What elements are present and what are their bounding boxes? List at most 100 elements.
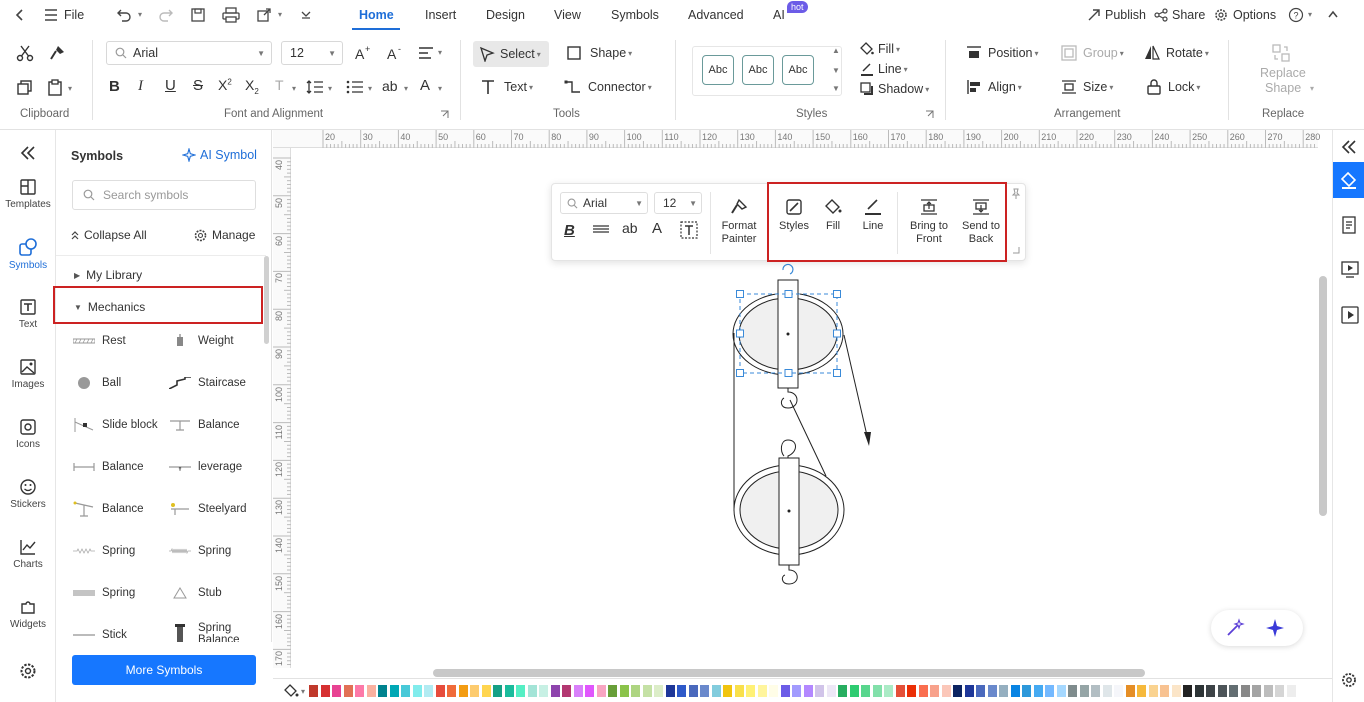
color-swatch[interactable] — [1022, 685, 1031, 697]
color-swatch[interactable] — [1206, 685, 1215, 697]
color-swatch[interactable] — [343, 685, 353, 697]
tab-insert[interactable]: Insert — [425, 8, 456, 22]
symbol-leverage[interactable]: leverage — [168, 460, 242, 474]
rotate-button[interactable]: Rotate ▾ — [1144, 45, 1209, 61]
color-swatch[interactable] — [1240, 685, 1250, 697]
color-swatch[interactable] — [918, 685, 928, 697]
undo-icon[interactable] — [116, 8, 132, 22]
color-swatch[interactable] — [734, 685, 744, 697]
color-swatch[interactable] — [332, 685, 341, 697]
symbol-balance[interactable]: Balance — [72, 501, 144, 517]
fill-bucket-icon[interactable] — [283, 683, 299, 699]
color-swatch[interactable] — [654, 685, 663, 697]
publish-icon[interactable] — [1087, 8, 1101, 22]
sidebar-item-images[interactable]: Images — [0, 356, 56, 390]
play-presentation-icon[interactable] — [1341, 306, 1359, 324]
color-swatch[interactable] — [424, 685, 433, 697]
color-swatch[interactable] — [401, 685, 410, 697]
connector-tool-button[interactable]: Connector ▾ — [564, 79, 652, 95]
color-swatch[interactable] — [1148, 685, 1158, 697]
color-swatch[interactable] — [1125, 685, 1135, 697]
color-swatch[interactable] — [1010, 685, 1020, 697]
color-swatch[interactable] — [999, 685, 1008, 697]
color-swatch[interactable] — [1056, 685, 1066, 697]
color-swatch[interactable] — [619, 685, 629, 697]
share-button[interactable]: Share — [1172, 8, 1205, 22]
options-button[interactable]: Options — [1233, 8, 1276, 22]
more-symbols-button[interactable]: More Symbols — [72, 655, 256, 685]
color-swatch[interactable] — [481, 685, 491, 697]
increase-font-icon[interactable]: A + — [354, 44, 372, 62]
back-icon[interactable] — [14, 8, 26, 22]
color-swatch[interactable] — [1229, 685, 1238, 697]
sidebar-item-charts[interactable]: Charts — [0, 536, 56, 570]
export-caret-icon[interactable]: ▾ — [278, 10, 282, 19]
color-swatch[interactable] — [987, 685, 997, 697]
my-library-category[interactable]: ▶ My Library — [74, 268, 142, 282]
color-swatch[interactable] — [527, 685, 537, 697]
share-icon[interactable] — [1154, 8, 1168, 22]
redo-icon[interactable] — [158, 8, 174, 22]
style-preset-2[interactable]: Abc — [742, 55, 774, 85]
select-tool-button[interactable]: Select ▾ — [473, 41, 549, 67]
color-swatch[interactable] — [815, 685, 824, 697]
collapse-sidebar-button[interactable] — [0, 142, 56, 164]
color-swatch[interactable] — [826, 685, 836, 697]
color-swatch[interactable] — [1263, 685, 1273, 697]
replace-shape-icon[interactable] — [1272, 44, 1290, 62]
bullet-caret-icon[interactable]: ▾ — [368, 84, 372, 93]
color-swatch[interactable] — [872, 685, 882, 697]
color-swatch[interactable] — [1275, 685, 1284, 697]
gear-icon[interactable] — [1214, 8, 1228, 22]
symbol-steelyard[interactable]: Steelyard — [168, 502, 247, 516]
color-swatch[interactable] — [573, 685, 583, 697]
color-swatch[interactable] — [1091, 685, 1100, 697]
color-swatch[interactable] — [355, 685, 364, 697]
color-swatch[interactable] — [493, 685, 502, 697]
color-swatch[interactable] — [320, 685, 330, 697]
format-panel-button[interactable] — [1333, 162, 1364, 198]
color-swatch[interactable] — [642, 685, 652, 697]
replace-shape-label-2[interactable]: Shape — [1265, 81, 1301, 95]
tab-design[interactable]: Design — [486, 8, 525, 22]
color-swatch[interactable] — [884, 685, 893, 697]
symbol-ball[interactable]: Ball — [72, 376, 121, 390]
collapse-all-button[interactable]: Collapse All — [70, 228, 147, 242]
color-swatch[interactable] — [516, 685, 525, 697]
text-case-caret-icon[interactable]: ▾ — [292, 84, 296, 93]
font-color-icon[interactable]: A — [420, 77, 430, 94]
search-symbols-input[interactable]: Search symbols — [72, 180, 256, 210]
paste-caret-icon[interactable]: ▾ — [68, 84, 72, 93]
print-icon[interactable] — [222, 7, 240, 23]
color-swatch[interactable] — [1033, 685, 1043, 697]
bottom-hook[interactable] — [781, 565, 798, 585]
magic-wand-icon[interactable] — [1225, 618, 1245, 638]
color-swatch[interactable] — [746, 685, 755, 697]
color-swatch[interactable] — [608, 685, 617, 697]
sidebar-item-text[interactable]: Text — [0, 296, 56, 330]
sidebar-item-stickers[interactable]: Stickers — [0, 476, 56, 510]
sidebar-item-symbols[interactable]: Symbols — [0, 236, 56, 271]
color-swatch[interactable] — [964, 685, 974, 697]
text-align-icon[interactable] — [418, 46, 434, 60]
superscript-icon[interactable]: X2 — [218, 77, 232, 93]
color-swatch[interactable] — [1079, 685, 1089, 697]
bullet-list-icon[interactable] — [346, 79, 364, 95]
cut-icon[interactable] — [16, 44, 34, 62]
sidebar-item-icons[interactable]: Icons — [0, 416, 56, 450]
float-font-select[interactable]: Arial ▼ — [560, 192, 648, 214]
color-swatch[interactable] — [700, 685, 709, 697]
symbol-slide-block[interactable]: Slide block — [72, 418, 158, 432]
position-button[interactable]: Position ▾ — [966, 45, 1039, 61]
color-swatch[interactable] — [861, 685, 870, 697]
fill-button[interactable]: Fill ▾ — [860, 42, 900, 56]
highlight-caret-icon[interactable]: ▾ — [404, 84, 408, 93]
gear-icon[interactable] — [1341, 672, 1357, 688]
help-caret-icon[interactable]: ▾ — [1308, 10, 1312, 19]
color-swatch[interactable] — [769, 685, 778, 697]
sidebar-item-widgets[interactable]: Widgets — [0, 596, 56, 630]
symbol-balance[interactable]: Balance — [168, 418, 240, 432]
style-preset-1[interactable]: Abc — [702, 55, 734, 85]
top-hook[interactable] — [780, 388, 798, 409]
font-color-caret-icon[interactable]: ▾ — [438, 84, 442, 93]
